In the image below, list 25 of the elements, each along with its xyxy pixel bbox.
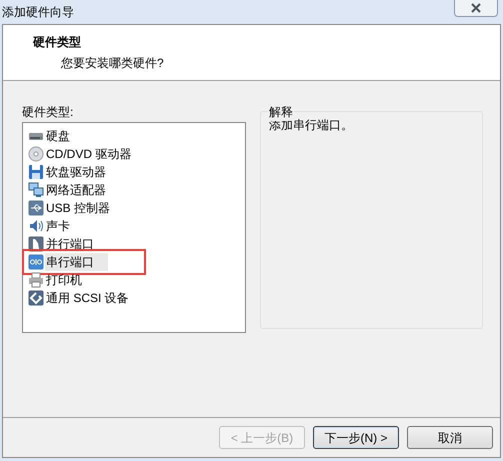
group-label: 解释 — [268, 103, 294, 121]
header-subtitle: 您要安装哪类硬件? — [60, 55, 165, 72]
list-item[interactable]: USB 控制器 — [28, 199, 245, 217]
list-item[interactable]: 声卡 — [28, 217, 245, 235]
wizard-button[interactable]: 下一步(N) > — [313, 426, 399, 449]
list-label: 硬件类型: — [22, 104, 74, 121]
close-button[interactable] — [454, 0, 498, 17]
window-title: 添加硬件向导 — [2, 4, 74, 21]
list-item[interactable]: 软盘驱动器 — [28, 163, 245, 181]
disc-icon — [28, 146, 44, 162]
speaker-icon — [28, 218, 44, 234]
list-item[interactable]: CD/DVD 驱动器 — [28, 145, 245, 163]
device-icon — [28, 290, 44, 306]
wizard-button[interactable]: 取消 — [407, 426, 493, 449]
list-item[interactable]: 硬盘 — [28, 127, 245, 145]
header-title: 硬件类型 — [33, 34, 82, 51]
serial-port-icon — [28, 254, 44, 270]
list-item[interactable]: 并行端口 — [28, 235, 245, 253]
list-item[interactable]: 打印机 — [28, 271, 245, 289]
list-item[interactable]: 通用 SCSI 设备 — [28, 289, 245, 307]
network-icon — [28, 182, 44, 198]
usb-icon — [28, 200, 44, 216]
list-item[interactable]: 网络适配器 — [28, 181, 245, 199]
printer-icon — [28, 272, 44, 288]
close-icon — [471, 3, 481, 13]
